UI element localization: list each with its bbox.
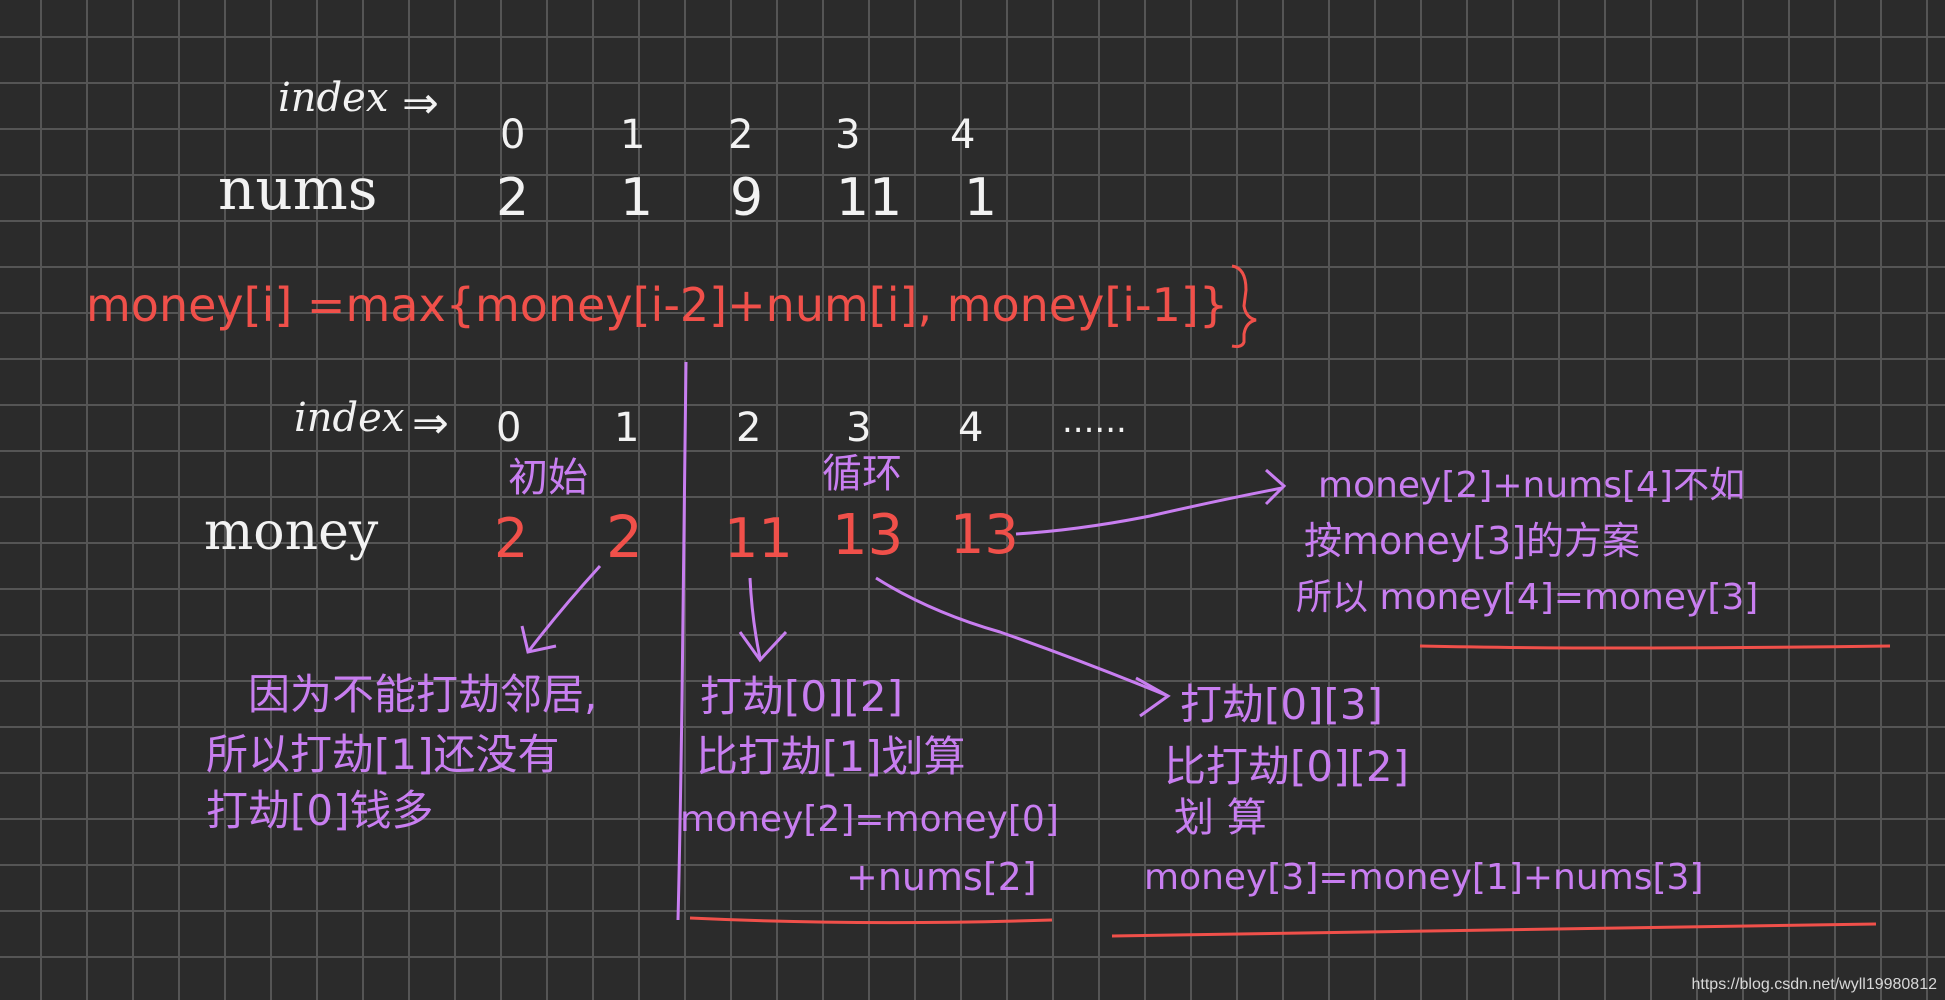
index4-note-arrow [1015, 486, 1283, 536]
index4-note-arrowhead [1264, 468, 1287, 506]
index2-note-arrowhead [738, 630, 788, 663]
formula-brace-end [1231, 264, 1257, 348]
init-loop-divider [676, 361, 688, 921]
index4-note-underline [1419, 644, 1891, 650]
index2-note-underline [689, 916, 1053, 925]
watermark-text: https://blog.csdn.net/wyll19980812 [1691, 976, 1938, 993]
init-note-arrow [526, 564, 602, 653]
annotation-strokes [520, 264, 1891, 938]
index3-note-underline [1111, 922, 1877, 938]
index3-note-arrow [875, 576, 1169, 698]
